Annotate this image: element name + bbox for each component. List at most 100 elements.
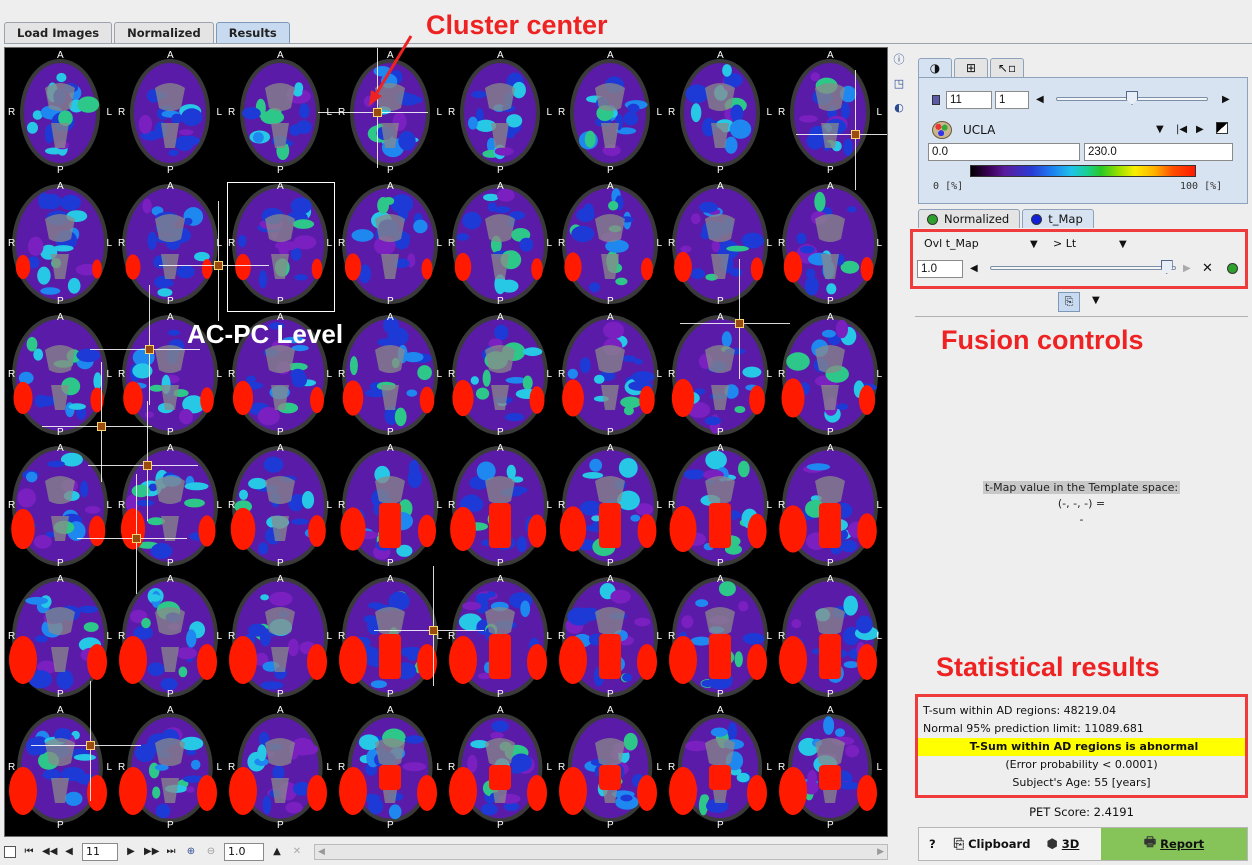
cluster-center-marker[interactable] <box>143 461 152 470</box>
slider-left-icon[interactable]: ◀ <box>1036 94 1044 105</box>
slice-viewer[interactable]: APRLAPRLAPRLAPRLAPRLAPRLAPRLAPRLAPRLAPRL… <box>4 47 888 837</box>
brain-slice[interactable]: APRL <box>445 310 555 441</box>
last-slice-icon[interactable]: ⏭ <box>164 844 178 860</box>
close-icon[interactable]: ✕ <box>290 844 304 860</box>
brain-slice[interactable]: APRL <box>445 572 555 703</box>
fusion-value-field[interactable]: 1.0 <box>917 260 963 278</box>
overlay-color-icon[interactable] <box>1227 263 1238 274</box>
brain-slice[interactable]: APRL <box>5 179 115 310</box>
brain-slice[interactable]: APRL <box>555 310 665 441</box>
brain-slice[interactable]: APRL <box>445 179 555 310</box>
scroll-right-icon[interactable]: ▶ <box>877 845 884 859</box>
brain-slice[interactable]: APRL <box>665 48 775 179</box>
info-icon[interactable]: ⓘ <box>891 52 907 68</box>
contrast-tab-icon[interactable]: ◑ <box>918 58 952 78</box>
report-button[interactable]: 🖶 Report <box>1101 828 1247 860</box>
brain-slice[interactable]: APRL <box>445 703 555 834</box>
fusion-left-icon[interactable]: ◀ <box>970 263 978 274</box>
brain-slice[interactable]: APRL <box>665 572 775 703</box>
brain-slice[interactable]: APRL <box>5 441 115 572</box>
lut-dropdown-icon[interactable]: ▼ <box>1156 124 1164 135</box>
slice-number-field[interactable]: 11 <box>82 843 118 861</box>
help-button[interactable]: ? <box>919 828 946 860</box>
brain-slice[interactable]: APRL <box>665 310 775 441</box>
overlay-dropdown-icon[interactable]: ▼ <box>1030 239 1038 250</box>
series-tab-normalized[interactable]: Normalized <box>918 209 1021 228</box>
tab-load-images[interactable]: Load Images <box>4 22 113 44</box>
zoom-out-icon[interactable]: ⊖ <box>204 844 218 860</box>
series-tab-tmap[interactable]: t_Map <box>1022 209 1094 228</box>
brain-slice[interactable]: APRL <box>115 179 225 310</box>
cluster-center-marker[interactable] <box>97 422 106 431</box>
brain-slice[interactable]: APRL <box>225 572 335 703</box>
brain-slice[interactable]: APRL <box>775 572 885 703</box>
brain-slice[interactable]: APRL <box>555 441 665 572</box>
brain-slice[interactable]: APRL <box>665 179 775 310</box>
contrast-icon[interactable]: ◐ <box>891 100 907 116</box>
overlay-select[interactable]: Ovl t_Map <box>924 235 979 253</box>
brain-slice[interactable]: APRL <box>555 48 665 179</box>
brain-slice[interactable]: APRL <box>555 703 665 834</box>
brain-slice[interactable]: APRL <box>225 48 335 179</box>
cluster-center-marker[interactable] <box>851 130 860 139</box>
close-icon[interactable]: ✕ <box>1202 261 1213 276</box>
slider-right-icon[interactable]: ▶ <box>1222 94 1230 105</box>
scroll-left-icon[interactable]: ◀ <box>318 845 325 859</box>
brain-slice[interactable]: APRL <box>335 310 445 441</box>
brain-slice[interactable]: APRL <box>225 441 335 572</box>
brain-slice[interactable]: APRL <box>335 572 445 703</box>
brain-slice[interactable]: APRL <box>445 441 555 572</box>
threshold-dropdown-icon[interactable]: ▼ <box>1119 239 1127 250</box>
tab-results[interactable]: Results <box>215 22 290 44</box>
checkbox-icon[interactable] <box>4 846 16 858</box>
up-arrow-icon[interactable]: ▲ <box>270 844 284 860</box>
horizontal-scrollbar[interactable]: ◀ ▶ <box>314 844 888 860</box>
cluster-center-marker[interactable] <box>132 534 141 543</box>
brain-slice[interactable]: APRL <box>335 179 445 310</box>
min-field[interactable]: 0.0 <box>928 143 1080 161</box>
brain-slice[interactable]: APRL <box>5 572 115 703</box>
layout-tab-icon[interactable]: ⊞ <box>954 58 988 78</box>
brain-slice[interactable]: APRL <box>115 441 225 572</box>
cluster-center-marker[interactable] <box>429 626 438 635</box>
brain-slice[interactable]: APRL <box>445 48 555 179</box>
frame-icon[interactable]: ◳ <box>891 76 907 92</box>
brain-slice[interactable]: APRL <box>775 703 885 834</box>
brain-slice[interactable]: APRL <box>115 703 225 834</box>
palette-icon[interactable] <box>932 121 952 139</box>
color-bar[interactable] <box>970 165 1196 177</box>
fast-back-icon[interactable]: ◀◀ <box>42 844 57 860</box>
lut-prev-icon[interactable]: |◀ <box>1176 124 1187 135</box>
brain-slice[interactable]: APRL <box>775 179 885 310</box>
tab-normalized[interactable]: Normalized <box>114 22 214 44</box>
brain-slice[interactable]: APRL <box>115 572 225 703</box>
pointer-tab-icon[interactable]: ↖▫ <box>990 58 1024 78</box>
brain-slice[interactable]: APRL <box>335 441 445 572</box>
brain-slice[interactable]: APRL <box>115 48 225 179</box>
brain-slice[interactable]: APRL <box>555 572 665 703</box>
brain-slice[interactable]: APRL <box>665 703 775 834</box>
slice-b-field[interactable]: 1 <box>995 91 1029 109</box>
lut-invert-icon[interactable] <box>1216 122 1228 134</box>
brain-slice[interactable]: APRL <box>665 441 775 572</box>
next-slice-icon[interactable]: ▶ <box>124 844 138 860</box>
brain-slice[interactable]: APRL <box>555 179 665 310</box>
fusion-mode-dropdown-icon[interactable]: ▼ <box>1092 295 1100 306</box>
threshold-select[interactable]: > Lt <box>1053 235 1076 253</box>
brain-slice[interactable]: APRL <box>775 310 885 441</box>
brain-slice[interactable]: APRL <box>5 703 115 834</box>
slice-a-field[interactable]: 11 <box>946 91 992 109</box>
zoom-in-icon[interactable]: ⊕ <box>184 844 198 860</box>
fusion-slider[interactable] <box>990 266 1176 270</box>
prev-slice-icon[interactable]: ◀ <box>62 844 76 860</box>
lut-next-icon[interactable]: ▶ <box>1196 124 1204 135</box>
max-field[interactable]: 230.0 <box>1084 143 1233 161</box>
cluster-center-marker[interactable] <box>214 261 223 270</box>
cluster-center-marker[interactable] <box>735 319 744 328</box>
zoom-field[interactable]: 1.0 <box>224 843 264 861</box>
brain-slice[interactable]: APRL <box>775 441 885 572</box>
brain-slice[interactable]: APRL <box>225 703 335 834</box>
fusion-mode-icon[interactable]: ⎘ <box>1058 292 1080 312</box>
3d-button[interactable]: ⬢ 3D <box>1038 828 1087 860</box>
cluster-center-marker[interactable] <box>145 345 154 354</box>
